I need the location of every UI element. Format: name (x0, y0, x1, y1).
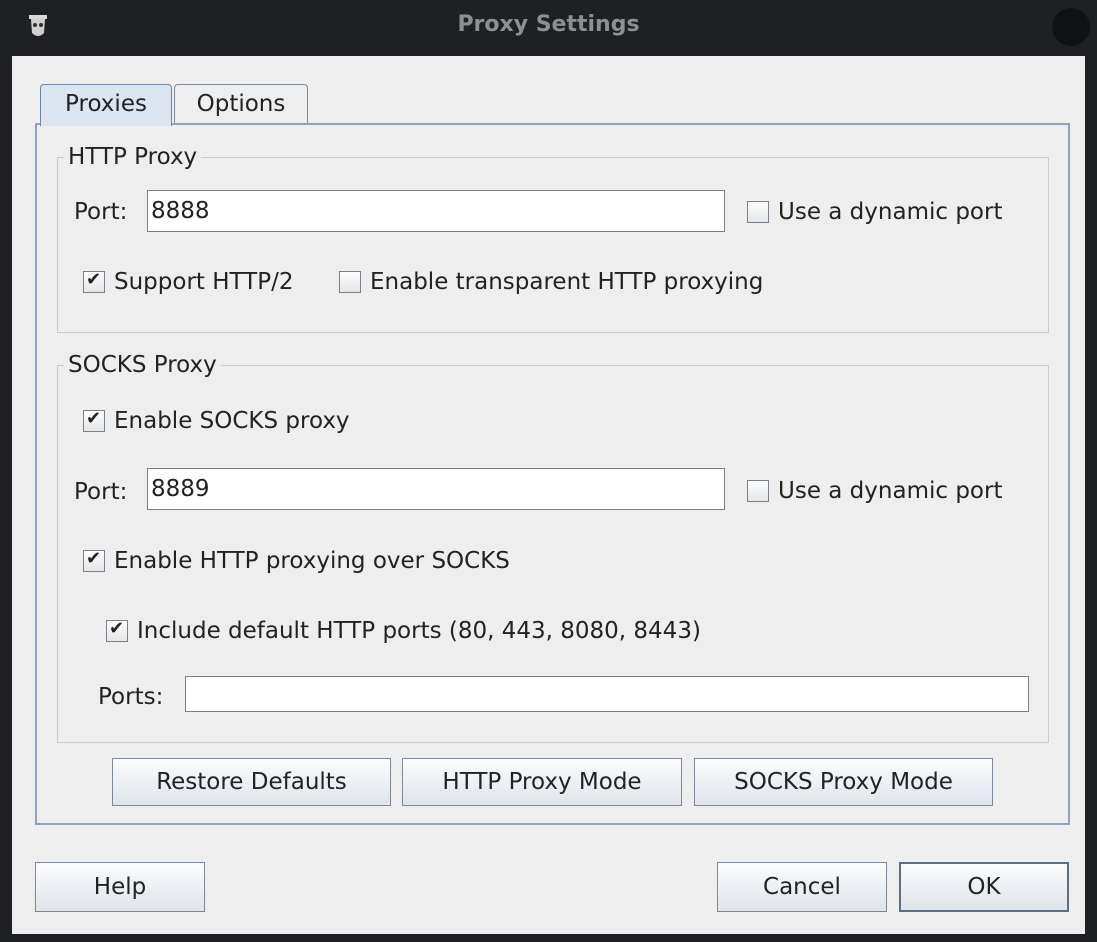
socks-dynamic-port-checkbox[interactable]: Use a dynamic port (747, 476, 1002, 506)
http-dynamic-port-checkbox[interactable]: Use a dynamic port (747, 197, 1002, 227)
tab-proxies[interactable]: Proxies (40, 84, 172, 126)
window-title: Proxy Settings (457, 12, 640, 37)
socks-dynamic-port-label: Use a dynamic port (778, 478, 1003, 504)
support-http2-label: Support HTTP/2 (114, 269, 294, 295)
title-bar[interactable]: Proxy Settings (0, 0, 1097, 56)
http-dynamic-port-label: Use a dynamic port (778, 199, 1003, 225)
checkbox-box (747, 201, 769, 223)
ports-input[interactable] (185, 676, 1029, 712)
checkbox-checked (83, 548, 105, 572)
support-http2-checkbox[interactable]: Support HTTP/2 (83, 267, 293, 297)
http-proxy-legend: HTTP Proxy (64, 142, 202, 172)
tab-options[interactable]: Options (174, 84, 308, 124)
http-port-label: Port: (74, 199, 128, 225)
socks-proxy-mode-button[interactable]: SOCKS Proxy Mode (694, 758, 993, 806)
proxy-settings-window: Proxy Settings Proxies Options HTTP Prox… (0, 0, 1097, 942)
http-proxy-group: HTTP Proxy Port: Use a dynamic port Supp… (57, 142, 1049, 333)
enable-socks-label: Enable SOCKS proxy (114, 408, 350, 434)
http-over-socks-label: Enable HTTP proxying over SOCKS (114, 548, 510, 574)
dialog-content: Proxies Options HTTP Proxy Port: Use a d… (12, 56, 1085, 934)
transparent-proxy-label: Enable transparent HTTP proxying (370, 269, 764, 295)
close-window-button[interactable] (1052, 8, 1090, 46)
socks-proxy-legend: SOCKS Proxy (64, 350, 221, 380)
cancel-button[interactable]: Cancel (717, 862, 887, 912)
checkbox-checked (83, 269, 105, 293)
restore-defaults-button[interactable]: Restore Defaults (112, 758, 391, 806)
socks-port-input[interactable] (147, 468, 725, 510)
http-over-socks-checkbox[interactable]: Enable HTTP proxying over SOCKS (83, 546, 510, 576)
enable-socks-checkbox[interactable]: Enable SOCKS proxy (83, 406, 350, 436)
proxies-tab-panel: HTTP Proxy Port: Use a dynamic port Supp… (35, 123, 1070, 825)
default-ports-checkbox[interactable]: Include default HTTP ports (80, 443, 808… (106, 616, 701, 646)
checkbox-box (747, 480, 769, 502)
socks-port-label: Port: (74, 479, 128, 505)
http-port-input[interactable] (147, 190, 725, 232)
checkbox-checked (106, 618, 128, 642)
http-proxy-mode-button[interactable]: HTTP Proxy Mode (402, 758, 682, 806)
checkbox-box (339, 271, 361, 293)
ports-label: Ports: (98, 684, 164, 710)
checkbox-checked (83, 408, 105, 432)
transparent-proxy-checkbox[interactable]: Enable transparent HTTP proxying (339, 267, 763, 297)
ok-button[interactable]: OK (899, 862, 1069, 912)
help-button[interactable]: Help (35, 862, 205, 912)
default-ports-label: Include default HTTP ports (80, 443, 808… (137, 618, 701, 644)
socks-proxy-group: SOCKS Proxy Enable SOCKS proxy Port: Use… (57, 350, 1049, 743)
